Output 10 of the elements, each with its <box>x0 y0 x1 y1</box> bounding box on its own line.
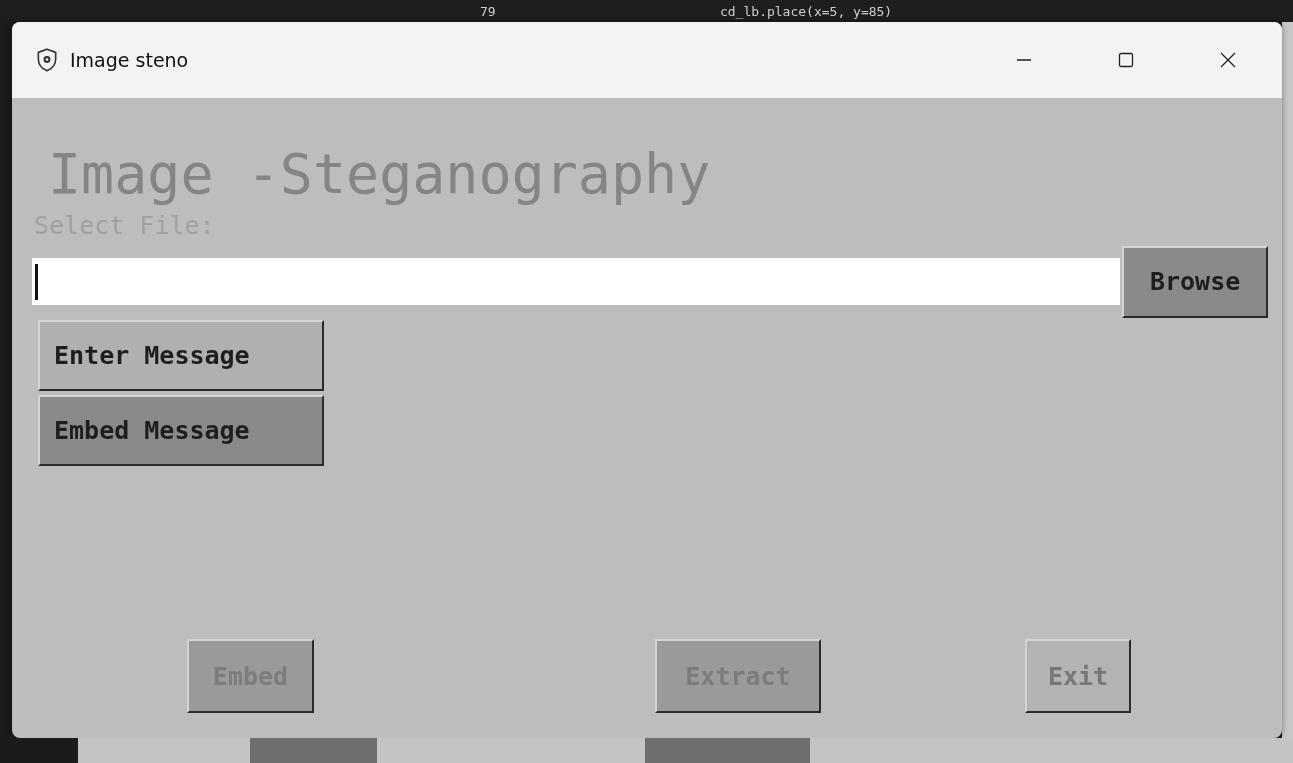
maximize-icon[interactable] <box>1116 50 1136 70</box>
file-path-field[interactable] <box>32 258 1121 305</box>
browse-button[interactable]: Browse <box>1122 245 1268 318</box>
code-line: cd_lb.place(x=5, y=85) <box>720 3 893 19</box>
app-heading: Image -Steganography <box>48 144 712 205</box>
line-number: 79 <box>480 3 497 19</box>
message-button[interactable]: Embed Message <box>38 394 324 466</box>
close-icon[interactable] <box>1218 50 1238 70</box>
message-button[interactable]: Enter Message <box>38 319 324 391</box>
window-title: Image steno <box>70 49 189 71</box>
